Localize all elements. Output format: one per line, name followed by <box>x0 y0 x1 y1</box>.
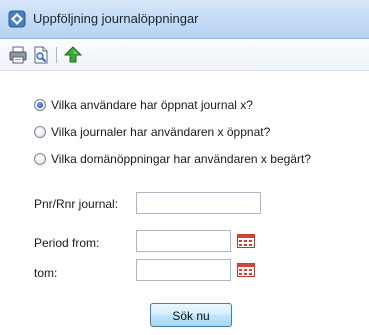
pnr-input[interactable] <box>136 192 261 214</box>
radio-button[interactable] <box>34 153 46 165</box>
search-button[interactable]: Sök nu <box>150 303 232 327</box>
calendar-icon[interactable] <box>237 234 255 248</box>
radio-button-checked[interactable] <box>34 99 46 111</box>
window-title: Uppföljning journalöppningar <box>33 11 199 26</box>
radio-label: Vilka domänöppningar har användaren x be… <box>51 152 311 166</box>
up-arrow-icon[interactable] <box>63 45 83 65</box>
period-from-input[interactable] <box>136 230 231 252</box>
radio-label: Vilka användare har öppnat journal x? <box>51 98 253 112</box>
radio-label: Vilka journaler har användaren x öppnat? <box>51 125 271 139</box>
calendar-icon[interactable] <box>237 263 255 277</box>
toolbar-separator <box>56 47 57 63</box>
period-to-label: tom: <box>34 266 58 280</box>
title-bar[interactable]: Uppföljning journalöppningar <box>0 0 369 39</box>
toolbar <box>0 39 369 71</box>
app-icon <box>8 10 26 28</box>
print-preview-icon[interactable] <box>31 45 51 65</box>
period-to-input[interactable] <box>136 259 231 281</box>
pnr-label: Pnr/Rnr journal: <box>34 197 119 211</box>
printer-icon[interactable] <box>8 45 28 65</box>
period-from-label: Period from: <box>34 236 100 250</box>
dialog-window: Uppföljning journalöppningar Vilka använ… <box>0 0 369 335</box>
radio-button[interactable] <box>34 126 46 138</box>
